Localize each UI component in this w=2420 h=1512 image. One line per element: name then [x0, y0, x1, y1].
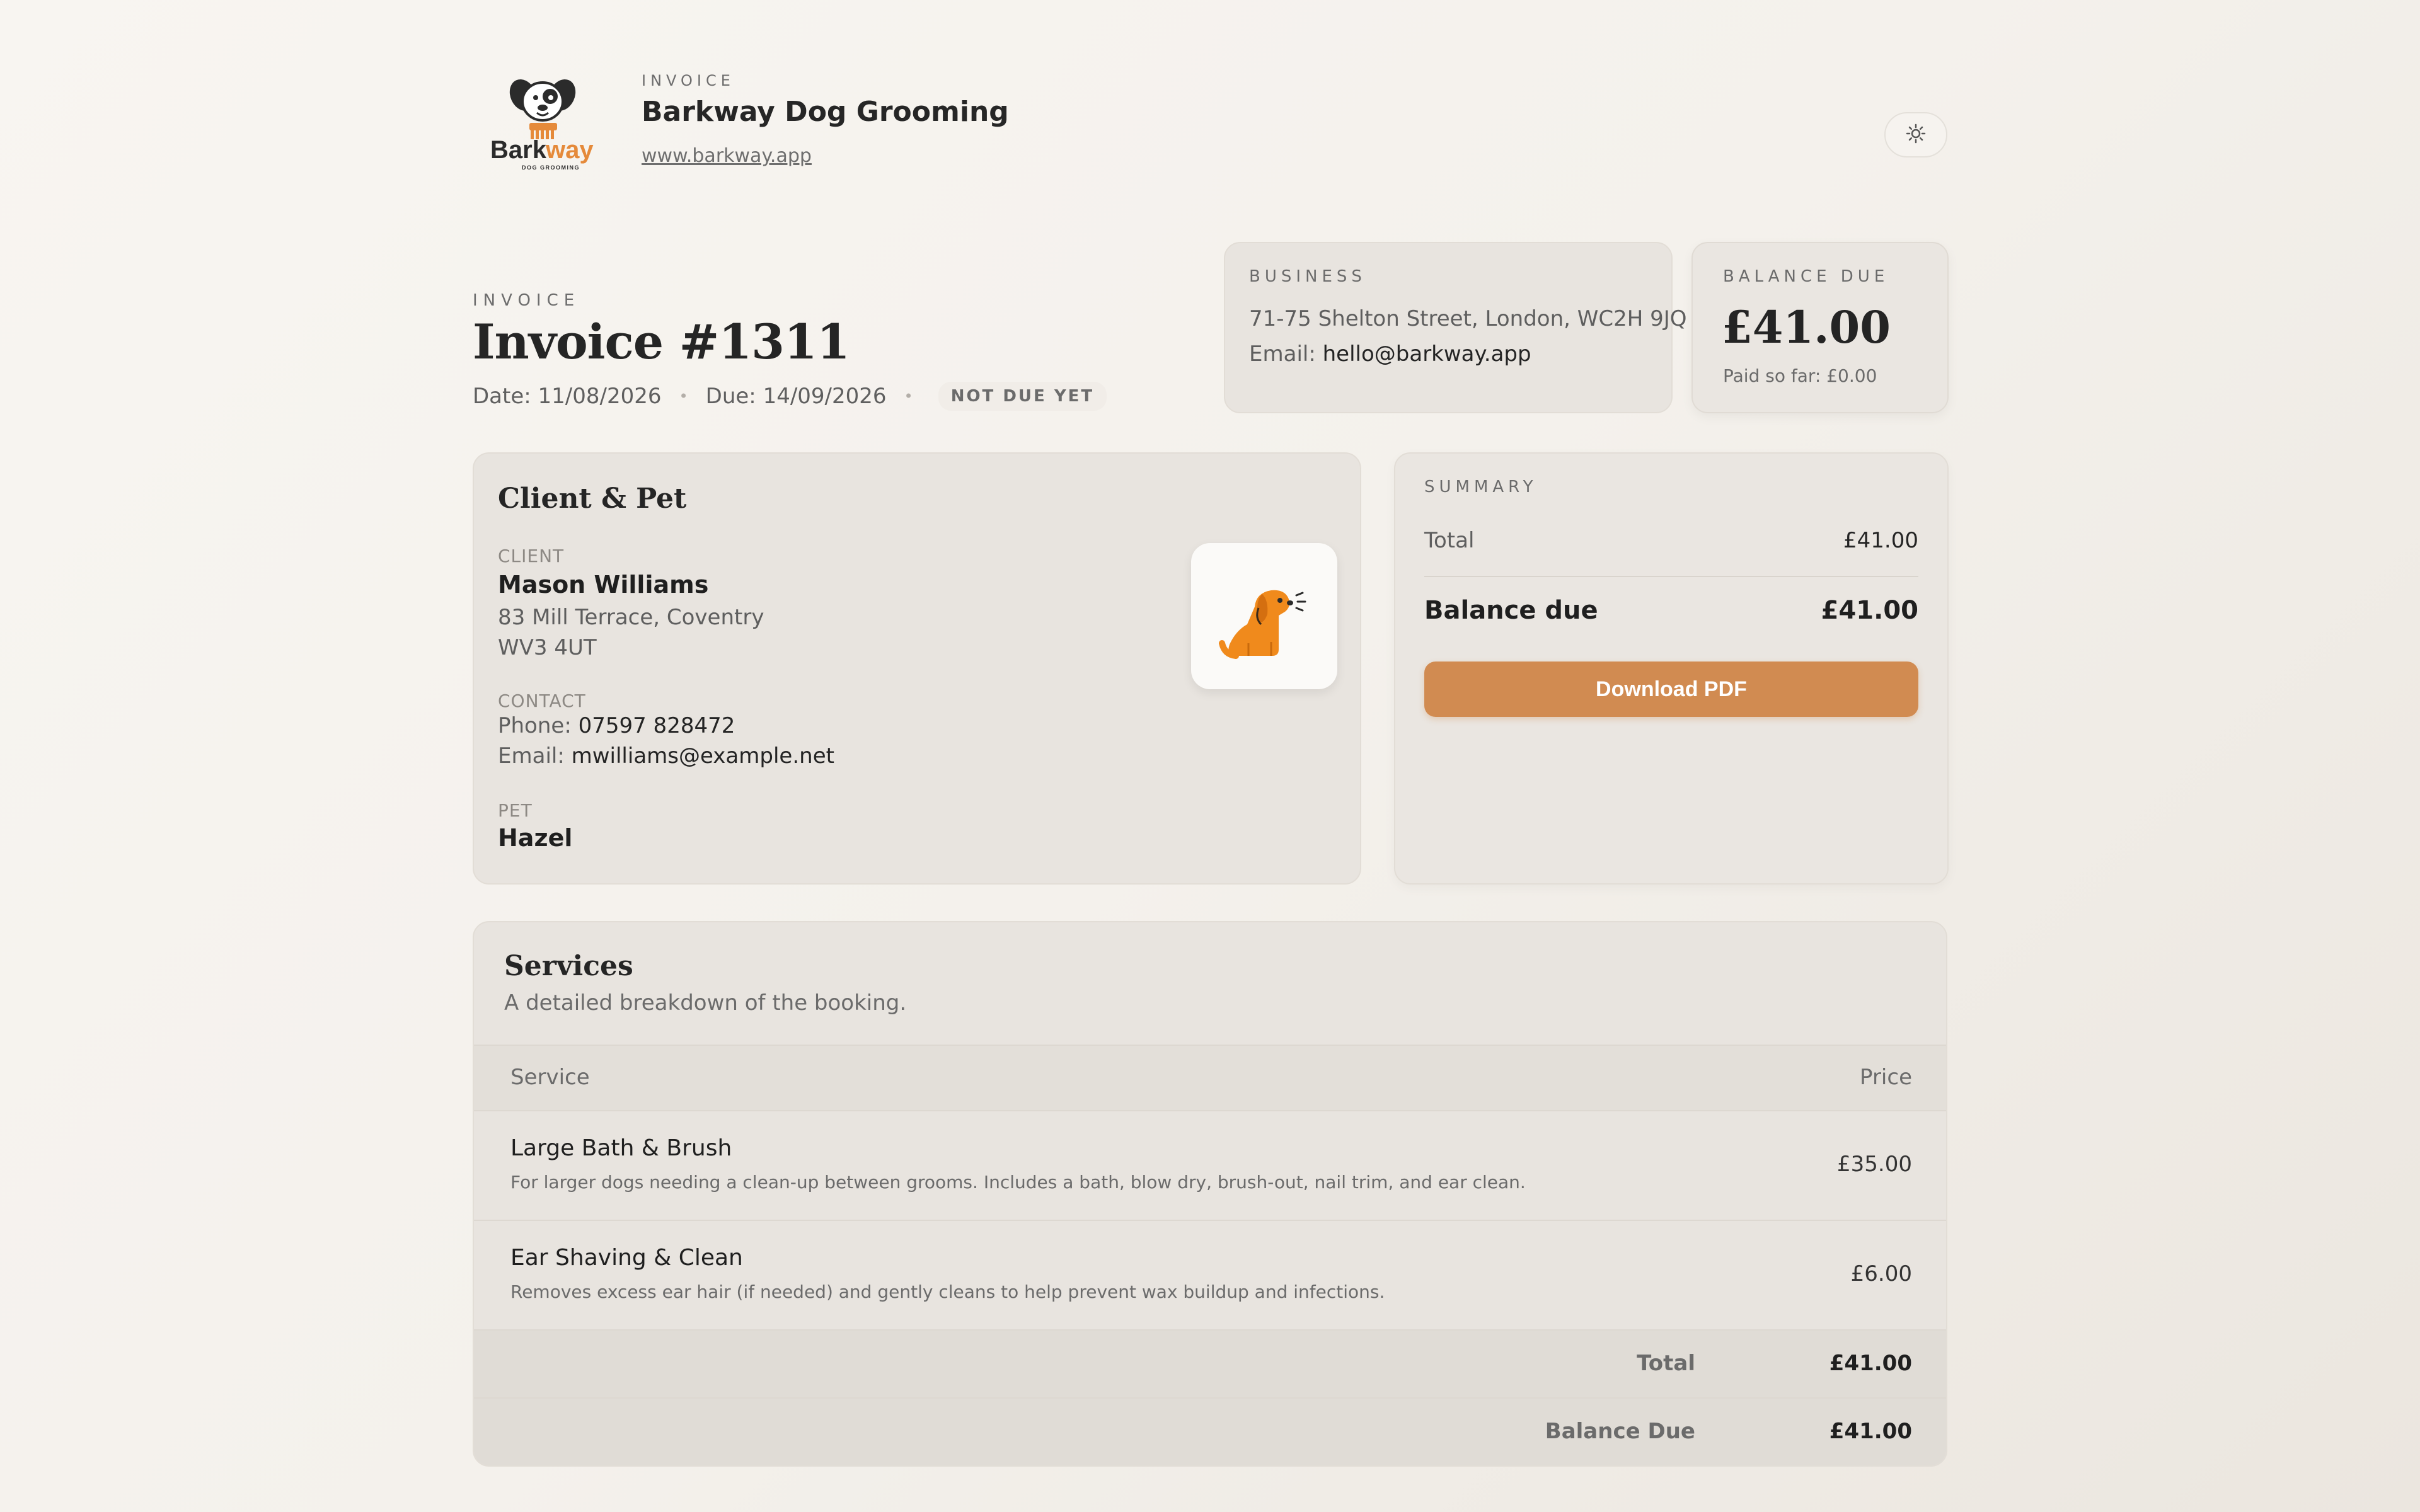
table-balance-label: Balance Due — [1545, 1419, 1695, 1444]
service-price: £6.00 — [1850, 1261, 1912, 1286]
service-name: Ear Shaving & Clean — [510, 1245, 743, 1271]
summary-total-row: Total £41.00 — [1424, 528, 1918, 553]
contact-label: CONTACT — [498, 690, 586, 711]
client-email-row: Email: mwilliams@example.net — [498, 743, 834, 769]
client-pet-card: Client & Pet CLIENT Mason Williams 83 Mi… — [473, 452, 1361, 885]
status-badge: NOT DUE YET — [938, 382, 1107, 411]
invoice-dates: Date: 11/08/2026 • Due: 14/09/2026 • NOT… — [473, 382, 1107, 411]
summary-total-amount: £41.00 — [1843, 528, 1918, 553]
invoice-due-date: Due: 14/09/2026 — [705, 384, 887, 409]
invoice-date: Date: 11/08/2026 — [473, 384, 662, 409]
balance-card: BALANCE DUE £41.00 Paid so far: £0.00 — [1691, 242, 1949, 413]
summary-eyebrow: SUMMARY — [1424, 478, 1538, 496]
service-description: Removes excess ear hair (if needed) and … — [510, 1281, 1385, 1302]
service-price: £35.00 — [1837, 1152, 1912, 1177]
business-email-row: Email: hello@barkway.app — [1249, 341, 1531, 367]
client-email: mwilliams@example.net — [571, 743, 834, 769]
business-address: 71-75 Shelton Street, London, WC2H 9JQ — [1249, 306, 1687, 331]
services-card: Services A detailed breakdown of the boo… — [473, 921, 1947, 1467]
dog-icon — [1211, 561, 1318, 671]
invoice-page: Bark way DOG GROOMING INVOICE Barkway Do… — [473, 0, 1949, 1512]
business-card: BUSINESS 71-75 Shelton Street, London, W… — [1224, 242, 1687, 413]
download-pdf-button[interactable]: Download PDF — [1424, 662, 1918, 717]
service-description: For larger dogs needing a clean-up betwe… — [510, 1172, 1526, 1193]
barkway-logo: Bark way DOG GROOMING — [485, 72, 605, 173]
business-eyebrow: BUSINESS — [1249, 267, 1366, 286]
invoice-eyebrow: INVOICE — [473, 291, 580, 310]
balance-amount: £41.00 — [1722, 301, 1891, 353]
business-name: Barkway Dog Grooming — [642, 96, 1009, 128]
client-pet-title: Client & Pet — [498, 483, 687, 515]
header: Bark way DOG GROOMING INVOICE Barkway Do… — [473, 63, 1947, 189]
column-header-service: Service — [510, 1065, 590, 1090]
column-header-price: Price — [1860, 1065, 1912, 1090]
balance-eyebrow: BALANCE DUE — [1723, 267, 1889, 286]
table-balance-row: Balance Due £41.00 — [474, 1397, 1946, 1465]
pet-avatar — [1191, 543, 1337, 689]
services-title: Services — [504, 950, 633, 982]
client-phone: 07597 828472 — [578, 713, 735, 738]
separator-dot: • — [679, 387, 688, 405]
business-email: hello@barkway.app — [1322, 341, 1531, 367]
pet-label: PET — [498, 800, 533, 821]
logo-text-accent: way — [545, 136, 594, 164]
summary-divider — [1424, 576, 1918, 577]
table-header-row: Service Price — [474, 1045, 1946, 1110]
sun-icon — [1906, 123, 1926, 146]
table-total-row: Total £41.00 — [474, 1329, 1946, 1397]
summary-balance-label: Balance due — [1424, 596, 1598, 625]
client-name: Mason Williams — [498, 571, 709, 598]
table-row: Ear Shaving & Clean Removes excess ear h… — [474, 1220, 1946, 1329]
invoice-title: Invoice #1311 — [473, 314, 850, 370]
phone-label: Phone: — [498, 713, 572, 738]
table-balance-amount: £41.00 — [1829, 1419, 1912, 1444]
logo-text-main: Bark — [490, 136, 547, 164]
summary-card: SUMMARY Total £41.00 Balance due £41.00 … — [1394, 452, 1949, 885]
paid-so-far: Paid so far: £0.00 — [1723, 365, 1877, 386]
separator-dot: • — [904, 387, 913, 405]
theme-toggle-button[interactable] — [1884, 112, 1947, 158]
logo-tagline: DOG GROOMING — [522, 164, 580, 171]
client-phone-row: Phone: 07597 828472 — [498, 713, 735, 738]
header-eyebrow: INVOICE — [642, 72, 735, 89]
summary-total-label: Total — [1424, 528, 1475, 553]
summary-balance-amount: £41.00 — [1821, 596, 1918, 625]
table-row: Large Bath & Brush For larger dogs needi… — [474, 1110, 1946, 1220]
client-address-line1: 83 Mill Terrace, Coventry — [498, 605, 764, 630]
business-email-label: Email: — [1249, 341, 1316, 367]
table-total-amount: £41.00 — [1829, 1351, 1912, 1376]
table-total-label: Total — [1637, 1351, 1695, 1376]
email-label: Email: — [498, 743, 565, 769]
client-address-line2: WV3 4UT — [498, 635, 597, 660]
summary-balance-row: Balance due £41.00 — [1424, 596, 1918, 625]
client-label: CLIENT — [498, 546, 565, 566]
service-name: Large Bath & Brush — [510, 1135, 732, 1161]
services-table: Service Price Large Bath & Brush For lar… — [474, 1045, 1946, 1465]
pet-name: Hazel — [498, 824, 573, 852]
services-subtitle: A detailed breakdown of the booking. — [504, 990, 907, 1016]
website-link[interactable]: www.barkway.app — [642, 145, 812, 167]
